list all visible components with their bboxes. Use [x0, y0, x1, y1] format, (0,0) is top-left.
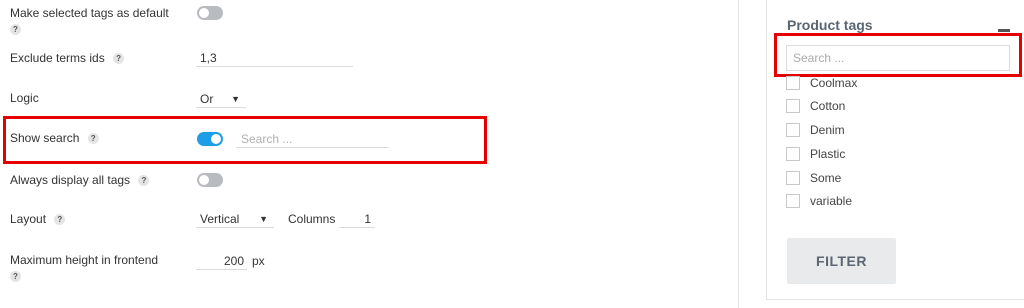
max-height-label: Maximum height in frontend ?	[10, 252, 158, 282]
layout-label: Layout ?	[10, 211, 66, 227]
exclude-terms-input[interactable]: 1,3	[196, 50, 353, 67]
columns-input[interactable]: 1	[339, 211, 375, 228]
tag-label-coolmax: Coolmax	[810, 76, 858, 90]
tag-checkbox-plastic[interactable]	[786, 147, 800, 161]
exclude-terms-help-icon[interactable]: ?	[113, 53, 125, 65]
layout-select-value: Vertical	[200, 212, 240, 226]
highlight-box-widget-search	[774, 33, 1022, 77]
toggle-knob	[199, 175, 209, 185]
widget-title: Product tags	[787, 17, 873, 33]
collapse-icon[interactable]	[998, 29, 1010, 32]
tag-label-variable: variable	[810, 194, 853, 208]
chevron-down-icon: ▼	[259, 214, 268, 224]
tag-label-denim: Denim	[810, 123, 845, 137]
make-default-help-icon[interactable]: ?	[10, 24, 21, 35]
exclude-terms-label: Exclude terms ids ?	[10, 50, 125, 66]
max-height-help-icon[interactable]: ?	[10, 271, 21, 282]
tag-checkbox-cotton[interactable]	[786, 99, 800, 113]
columns-label: Columns	[288, 212, 336, 226]
filter-button[interactable]: FILTER	[787, 238, 896, 284]
toggle-knob	[199, 8, 209, 18]
make-default-label: Make selected tags as default ?	[10, 5, 169, 35]
layout-text: Layout	[10, 212, 47, 226]
always-display-toggle[interactable]	[197, 173, 223, 187]
max-height-unit: px	[252, 254, 265, 268]
tag-label-some: Some	[810, 171, 842, 185]
max-height-input[interactable]: 200	[196, 253, 247, 270]
highlight-box-show-search	[3, 116, 487, 164]
layout-select[interactable]: Vertical ▼	[196, 211, 274, 228]
tag-label-plastic: Plastic	[810, 147, 846, 161]
panel-divider	[738, 0, 739, 308]
settings-panel: Make selected tags as default ? Exclude …	[0, 0, 738, 308]
logic-select[interactable]: Or ▼	[196, 91, 246, 108]
logic-select-value: Or	[200, 92, 214, 106]
always-display-help-icon[interactable]: ?	[138, 175, 150, 187]
tag-checkbox-variable[interactable]	[786, 194, 800, 208]
logic-label: Logic	[10, 91, 39, 105]
tag-checkbox-coolmax[interactable]	[786, 76, 800, 90]
make-default-text: Make selected tags as default	[10, 6, 169, 20]
tag-checkbox-some[interactable]	[786, 171, 800, 185]
tag-checkbox-denim[interactable]	[786, 123, 800, 137]
always-display-text: Always display all tags	[10, 173, 131, 187]
always-display-label: Always display all tags ?	[10, 172, 150, 188]
exclude-terms-text: Exclude terms ids	[10, 51, 105, 65]
tag-label-cotton: Cotton	[810, 99, 846, 113]
max-height-text: Maximum height in frontend	[10, 253, 159, 267]
layout-help-icon[interactable]: ?	[54, 214, 66, 226]
make-default-toggle[interactable]	[197, 6, 223, 20]
chevron-down-icon: ▼	[231, 94, 240, 104]
